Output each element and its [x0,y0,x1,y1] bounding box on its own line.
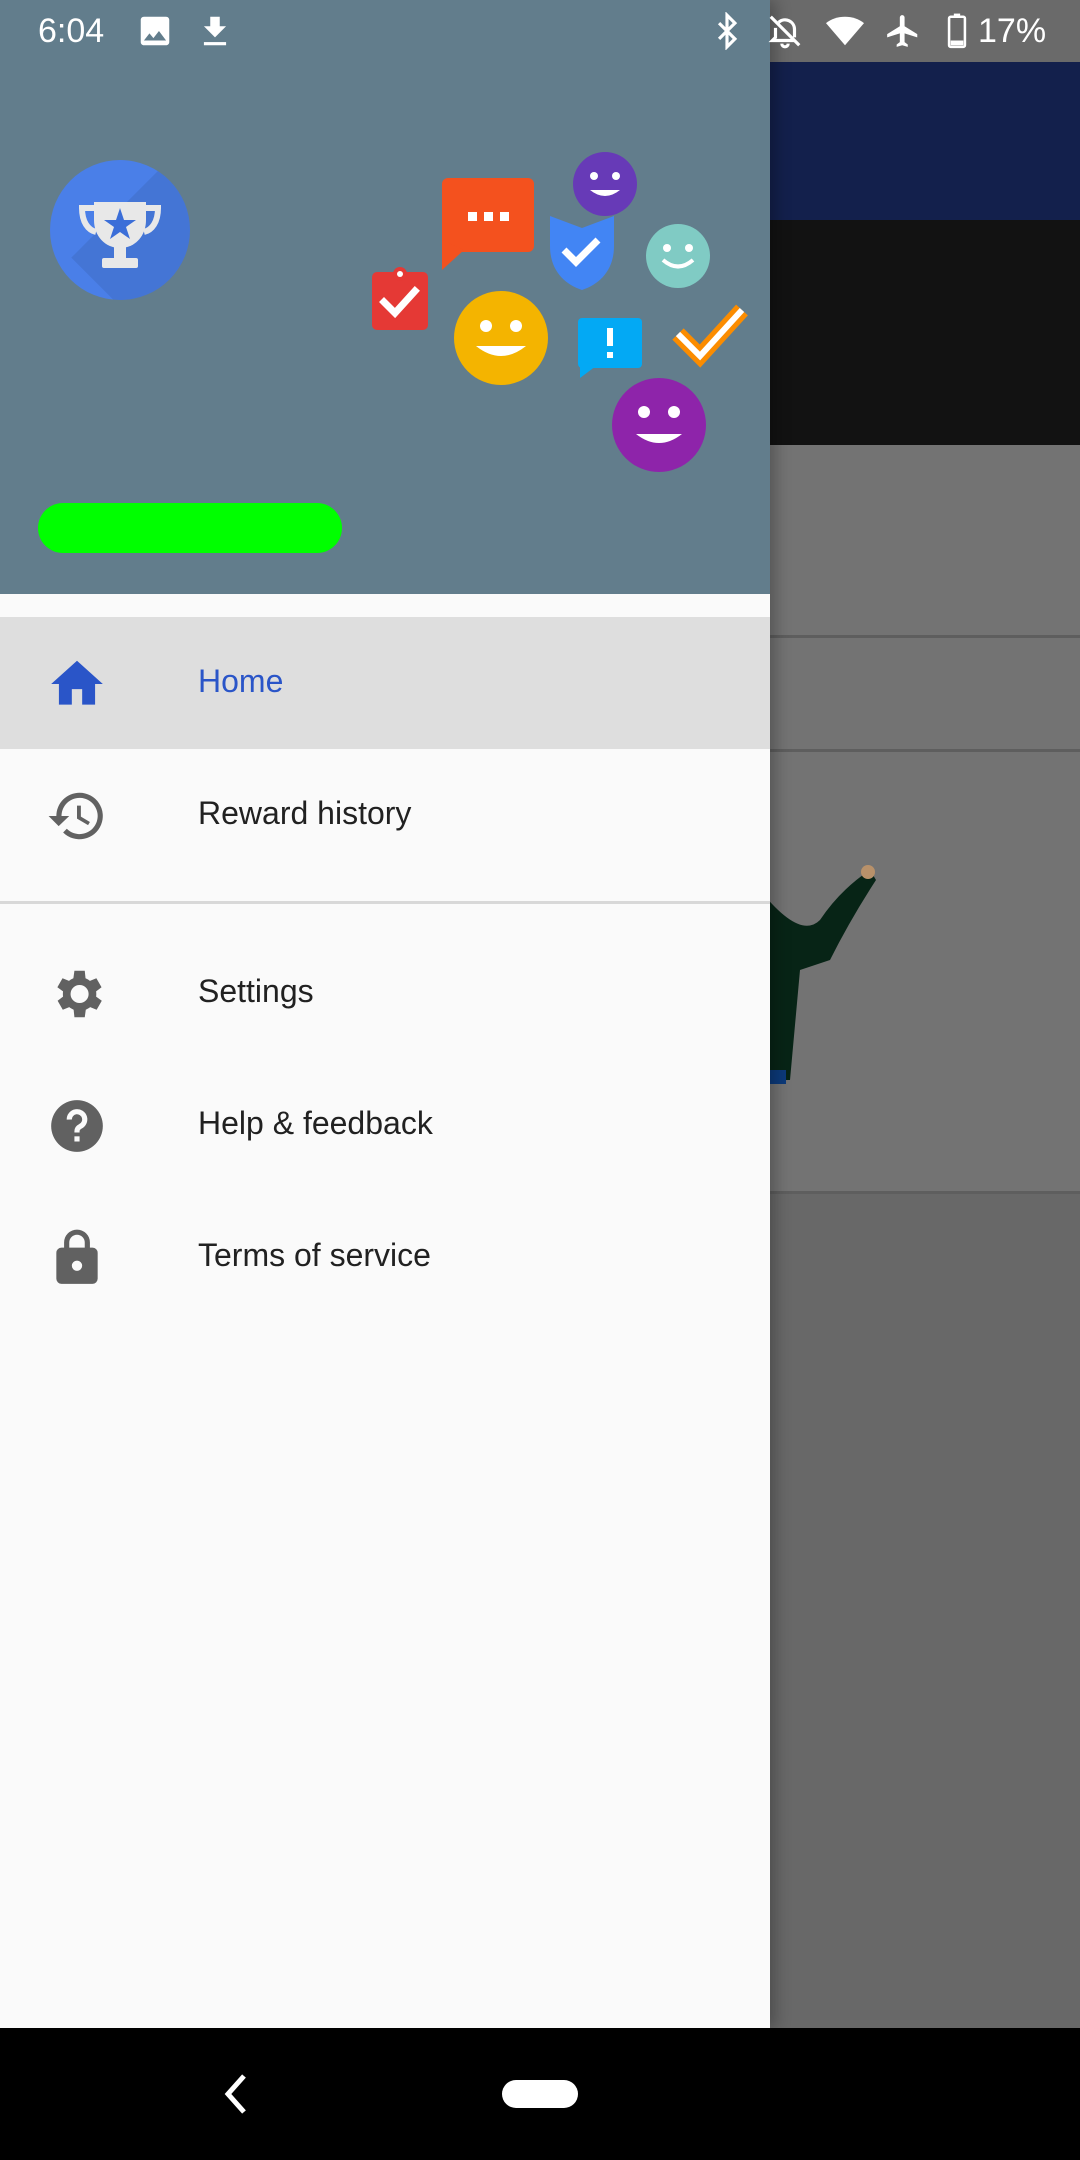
drawer-item-terms-of-service[interactable]: Terms of service [0,1191,770,1323]
drawer-item-label: Terms of service [198,1237,431,1273]
alert-bubble-icon [578,318,642,378]
smiley-icon [646,224,710,288]
gear-icon [57,970,102,1018]
home-button[interactable] [502,2080,578,2108]
bluetooth-icon [717,12,738,50]
drawer-item-label: Reward history [198,795,412,831]
clipboard-check-icon [372,267,428,330]
system-navigation-bar [0,2028,1080,2160]
battery-icon [947,13,967,49]
drawer-item-label: Settings [198,973,314,1009]
drawer-item-settings[interactable]: Settings [0,927,770,1059]
account-avatar[interactable] [50,160,190,300]
airplane-mode-icon [887,15,918,47]
drawer-item-home[interactable]: Home [0,617,770,749]
drawer-header [0,0,770,594]
help-icon [51,1100,103,1152]
account-name-redacted[interactable] [38,503,342,553]
notifications-off-icon [768,15,801,49]
drawer-divider [0,901,770,904]
download-icon [203,16,227,46]
drawer-item-label: Home [198,663,284,699]
status-time: 6:04 [38,12,105,50]
history-icon [48,792,103,840]
check-outline-icon [672,304,748,368]
smiley-icon [454,291,548,385]
header-illustration [372,152,748,472]
smiley-icon [612,378,706,472]
navigation-drawer: Home Reward history Settings Help & feed… [0,0,770,2028]
battery-percent: 17% [978,12,1047,50]
chat-bubble-icon [442,178,534,270]
shield-icon [550,216,614,290]
drawer-item-reward-history[interactable]: Reward history [0,749,770,881]
background-illustration [760,865,876,1084]
back-button[interactable] [218,2068,252,2120]
drawer-item-label: Help & feedback [198,1105,433,1141]
home-icon [51,660,103,705]
lock-icon [56,1229,98,1284]
trophy-icon [78,202,162,268]
smiley-icon [573,152,637,216]
wifi-icon [826,16,864,46]
image-icon [140,16,170,46]
status-bar: 6:04 17% [0,0,1080,62]
drawer-item-help-feedback[interactable]: Help & feedback [0,1059,770,1191]
